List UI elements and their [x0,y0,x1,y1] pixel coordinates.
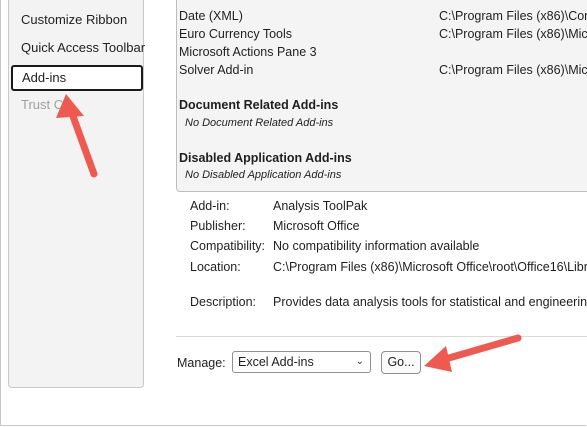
document-addins-note: No Document Related Add-ins [185,117,334,129]
sidebar-item-customize-ribbon[interactable]: Customize Ribbon [11,7,143,33]
document-addins-heading: Document Related Add-ins [179,98,339,112]
detail-value: Microsoft Office [273,219,360,233]
sidebar-item-trust-center[interactable]: Trust Ce [11,92,143,118]
sidebar-item-quick-access-toolbar[interactable]: Quick Access Toolbar [11,35,145,61]
detail-label: Publisher: [190,219,246,233]
detail-value: No compatibility information available [273,239,480,253]
divider [176,336,587,337]
detail-value: Provides data analysis tools for statist… [273,295,587,309]
detail-label: Compatibility: [190,239,266,253]
addin-name: Date (XML) [179,9,243,23]
addin-location: C:\Program Files (x86)\Micro [439,63,587,77]
addin-location: C:\Program Files (x86)\Comm [439,9,587,23]
annotation-arrow-icon [424,334,522,372]
detail-value: C:\Program Files (x86)\Microsoft Office\… [273,260,587,274]
chevron-down-icon: ⌄ [355,356,364,367]
addins-list[interactable]: Date (XML) C:\Program Files (x86)\Comm E… [176,0,587,192]
detail-label: Add-in: [190,199,230,213]
manage-label: Manage: [177,356,226,370]
detail-label: Location: [190,260,241,274]
addin-name: Solver Add-in [179,63,254,77]
addin-name: Microsoft Actions Pane 3 [179,45,317,59]
detail-label: Description: [190,295,256,309]
addin-location: C:\Program Files (x86)\Micro [439,27,587,41]
go-button[interactable]: Go... [381,351,421,374]
disabled-addins-note: No Disabled Application Add-ins [185,169,342,181]
detail-value: Analysis ToolPak [273,199,368,213]
manage-dropdown-value: Excel Add-ins [238,355,314,369]
manage-dropdown[interactable]: Excel Add-ins ⌄ [232,351,371,373]
options-sidebar: Customize Ribbon Quick Access Toolbar Ad… [8,0,145,388]
disabled-addins-heading: Disabled Application Add-ins [179,151,352,165]
sidebar-item-add-ins[interactable]: Add-ins [11,65,143,91]
addin-name: Euro Currency Tools [179,27,293,41]
